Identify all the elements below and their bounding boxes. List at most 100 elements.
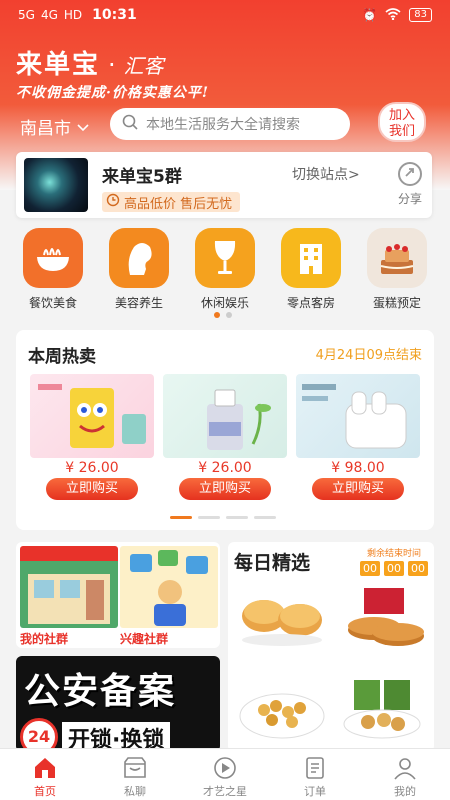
group-tag-text: 高品低价 售后无忧 — [124, 196, 233, 212]
share-icon — [398, 162, 422, 186]
buy-now-button[interactable]: 立即购买 — [179, 478, 271, 500]
tab-label: 首页 — [34, 785, 56, 798]
brand-name: 来单宝 — [16, 50, 101, 80]
food-image-snack-bags[interactable] — [334, 676, 430, 740]
category-label: 美容养生 — [114, 296, 163, 310]
category-label: 蛋糕预定 — [372, 296, 421, 310]
tab-orders[interactable]: 订单 — [270, 749, 360, 800]
tab-chat[interactable]: 私聊 — [90, 749, 180, 800]
product-card[interactable]: ¥ 26.00 立即购买 — [30, 374, 154, 500]
alarm-icon: ⏰ — [362, 8, 378, 22]
group-card[interactable]: 来单宝5群 高品低价 售后无忧 切换站点> 分享 — [16, 152, 432, 218]
food-image-dorayaki[interactable] — [334, 586, 430, 650]
chevron-down-icon — [77, 117, 89, 137]
interest-group-card[interactable]: 兴趣社群 — [120, 546, 218, 646]
signal-5g: 5G — [18, 8, 35, 22]
wine-glass-icon — [195, 228, 255, 288]
countdown-minutes: 00 — [384, 561, 404, 576]
search-icon — [122, 114, 138, 134]
tab-home[interactable]: 首页 — [0, 749, 90, 800]
chat-icon — [122, 755, 148, 781]
wifi-icon — [385, 7, 401, 23]
weekly-hot-section: 本周热卖 4月24日09点结束 ¥ 26.00 立即购买 ¥ 26.00 立即购… — [16, 330, 434, 530]
category-label: 休闲娱乐 — [200, 296, 249, 310]
food-image-peanuts[interactable] — [234, 676, 330, 740]
switch-site-link[interactable]: 切换站点> — [292, 164, 360, 184]
search-placeholder: 本地生活服务大全请搜索 — [146, 117, 300, 133]
share-button[interactable]: 分享 — [392, 162, 428, 207]
battery-indicator: 83 — [409, 8, 432, 22]
tab-label: 订单 — [304, 785, 326, 798]
daily-title: 每日精选 — [234, 552, 311, 574]
tab-label: 才艺之星 — [203, 785, 247, 798]
bottom-tab-bar: 首页 私聊 才艺之星 订单 我的 — [0, 748, 450, 800]
product-image — [30, 374, 154, 458]
product-price: ¥ 26.00 — [198, 460, 252, 476]
join-line2: 我们 — [388, 124, 415, 139]
category-row: 餐饮美食 美容养生 休闲娱乐 零点客房 蛋糕预定 — [0, 228, 450, 311]
user-icon — [392, 755, 418, 781]
category-pager — [214, 312, 232, 318]
signal-4g: 4G — [40, 8, 58, 22]
group-tag: 高品低价 售后无忧 — [102, 192, 241, 212]
interest-group-image — [120, 546, 218, 628]
group-thumbnail — [24, 158, 88, 212]
brand-sub: 汇客 — [123, 54, 164, 78]
badge-24: 24 — [20, 718, 58, 752]
pager-bar — [226, 516, 248, 519]
buy-now-button[interactable]: 立即购买 — [46, 478, 138, 500]
hot-title: 本周热卖 — [28, 347, 96, 367]
category-beauty[interactable]: 美容养生 — [103, 228, 175, 311]
police-registration-banner[interactable]: 公安备案 24 开锁·换锁 — [16, 656, 220, 752]
clock: 10:31 — [92, 7, 137, 23]
join-line1: 加入 — [388, 108, 415, 123]
play-icon — [212, 755, 238, 781]
brand-slogan: 不收佣金提成·价格实惠公平! — [16, 85, 210, 101]
category-rooms[interactable]: 零点客房 — [275, 228, 347, 311]
tab-label: 私聊 — [124, 785, 146, 798]
hd-label: HD — [63, 8, 83, 22]
product-card[interactable]: ¥ 98.00 立即购买 — [296, 374, 420, 500]
category-food[interactable]: 餐饮美食 — [17, 228, 89, 311]
hot-pager — [170, 516, 276, 519]
product-card[interactable]: ¥ 26.00 立即购买 — [163, 374, 287, 500]
cake-icon — [367, 228, 427, 288]
my-group-image — [20, 546, 118, 628]
tab-me[interactable]: 我的 — [360, 749, 450, 800]
community-panel: 我的社群 兴趣社群 公安备案 24 开锁·换锁 — [16, 542, 220, 752]
my-group-card[interactable]: 我的社群 — [20, 546, 118, 646]
product-price: ¥ 98.00 — [331, 460, 385, 476]
pager-bar — [254, 516, 276, 519]
share-label: 分享 — [397, 192, 422, 206]
woman-profile-icon — [109, 228, 169, 288]
hot-end-time: 4月24日09点结束 — [315, 348, 422, 363]
banner-text: 公安备案 — [24, 671, 177, 712]
clock-icon — [106, 193, 120, 211]
tab-talent[interactable]: 才艺之星 — [180, 749, 270, 800]
noodle-bowl-icon — [23, 228, 83, 288]
building-icon — [281, 228, 341, 288]
order-icon — [302, 755, 328, 781]
join-us-button[interactable]: 加入 我们 — [378, 102, 426, 142]
search-input[interactable]: 本地生活服务大全请搜索 — [110, 108, 350, 140]
product-image — [296, 374, 420, 458]
city-label: 南昌市 — [20, 119, 71, 139]
pager-dot — [226, 312, 232, 318]
brand-title: 来单宝 · 汇客 — [16, 44, 164, 81]
category-label: 零点客房 — [286, 296, 335, 310]
daily-picks-panel[interactable]: 每日精选 剩余结束时间 00 00 00 — [228, 542, 434, 752]
product-price: ¥ 26.00 — [65, 460, 119, 476]
tab-label: 我的 — [394, 785, 416, 798]
home-icon — [32, 755, 58, 781]
product-image — [163, 374, 287, 458]
food-image-cakes[interactable] — [234, 586, 330, 650]
pager-bar-active — [170, 516, 192, 519]
city-selector[interactable]: 南昌市 — [20, 114, 89, 139]
countdown-label: 剩余结束时间 — [366, 549, 421, 559]
category-leisure[interactable]: 休闲娱乐 — [189, 228, 261, 311]
category-cake[interactable]: 蛋糕预定 — [361, 228, 433, 311]
pager-bar — [198, 516, 220, 519]
status-bar: 5G 4G HD 10:31 ⏰ 83 — [0, 0, 450, 30]
buy-now-button[interactable]: 立即购买 — [312, 478, 404, 500]
countdown: 剩余结束时间 00 00 00 — [360, 546, 428, 576]
